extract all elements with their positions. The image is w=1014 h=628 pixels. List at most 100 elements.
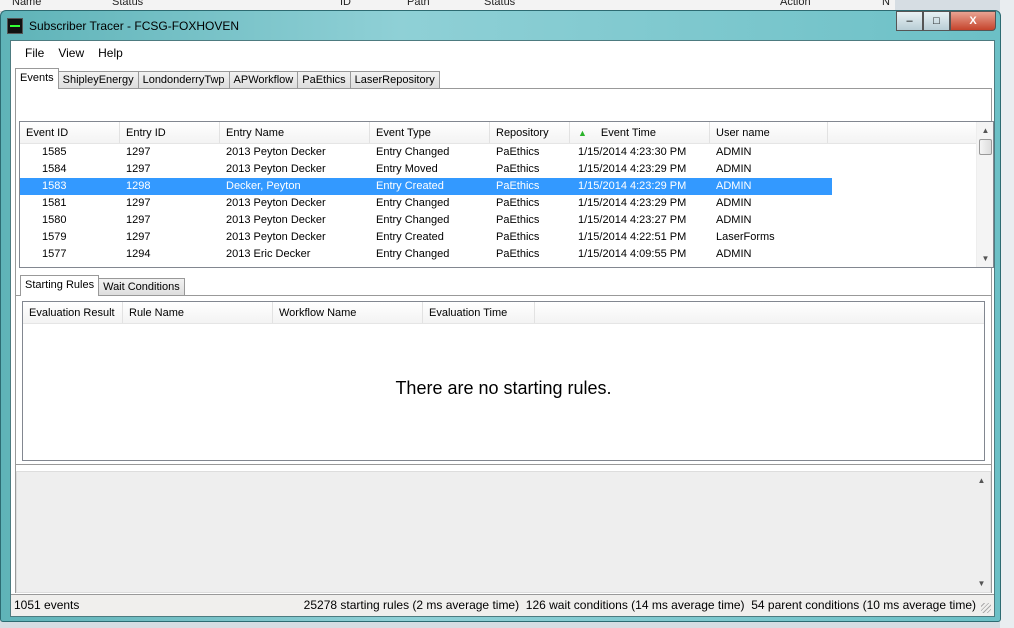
tab-laserrepository[interactable]: LaserRepository xyxy=(349,71,440,89)
bg-header: N xyxy=(882,0,890,8)
event-cell: ADMIN xyxy=(716,180,752,192)
client-area: File View Help Events ShipleyEnergy Lond… xyxy=(10,40,995,617)
event-row[interactable]: 1583 1298 Decker, Peyton Entry Created PaEth… xyxy=(20,178,832,195)
tab-events[interactable]: Events xyxy=(15,68,59,89)
subscriber-tracer-window: Subscriber Tracer - FCSG-FOXHOVEN – □ X … xyxy=(0,10,1001,622)
col-user-name[interactable]: User name xyxy=(710,122,828,143)
starting-rules-list[interactable]: Evaluation Result Rule Name Workflow Nam… xyxy=(22,301,985,461)
event-cell: 2013 Eric Decker xyxy=(226,248,311,260)
tab-shipleyenergy[interactable]: ShipleyEnergy xyxy=(57,71,139,89)
event-cell: 1/15/2014 4:23:27 PM xyxy=(578,214,687,226)
col-event-time-label: Event Time xyxy=(600,127,656,139)
minimize-button[interactable]: – xyxy=(896,11,923,31)
bg-header: Name xyxy=(12,0,42,8)
event-cell: 1/15/2014 4:22:51 PM xyxy=(578,231,687,243)
event-cell: PaEthics xyxy=(496,197,540,209)
app-icon xyxy=(7,18,23,34)
scroll-thumb[interactable] xyxy=(979,139,992,155)
events-list[interactable]: Event ID Entry ID Entry Name Event Type … xyxy=(19,121,994,268)
event-cell: ADMIN xyxy=(716,214,752,226)
col-entry-name[interactable]: Entry Name xyxy=(220,122,370,143)
col-evaluation-result[interactable]: Evaluation Result xyxy=(23,302,123,323)
tab-wait-conditions[interactable]: Wait Conditions xyxy=(98,278,185,296)
event-cell: 1/15/2014 4:23:29 PM xyxy=(578,163,687,175)
empty-message: There are no starting rules. xyxy=(395,378,612,398)
tab-paethics[interactable]: PaEthics xyxy=(297,71,351,89)
event-row[interactable]: 1577 1294 2013 Eric Decker Entry Changed PaE… xyxy=(20,246,993,263)
event-cell: 1579 xyxy=(42,231,67,243)
event-cell: 1297 xyxy=(126,163,151,175)
col-entry-id[interactable]: Entry ID xyxy=(120,122,220,143)
events-header: Event ID Entry ID Entry Name Event Type … xyxy=(20,122,993,144)
resize-grip-icon[interactable] xyxy=(981,603,991,613)
col-event-type[interactable]: Event Type xyxy=(370,122,490,143)
desktop-background xyxy=(1000,0,1014,628)
col-event-time[interactable]: ▲ Event Time xyxy=(570,122,710,143)
bg-header: Action xyxy=(780,0,811,8)
event-cell: PaEthics xyxy=(496,248,540,260)
maximize-button[interactable]: □ xyxy=(923,11,950,31)
menu-help[interactable]: Help xyxy=(92,43,131,65)
menu-file[interactable]: File xyxy=(11,43,52,65)
col-evaluation-time[interactable]: Evaluation Time xyxy=(423,302,535,323)
bg-header: ID xyxy=(340,0,351,8)
col-workflow-name[interactable]: Workflow Name xyxy=(273,302,423,323)
event-row[interactable]: 1585 1297 2013 Peyton Decker Entry Changed P… xyxy=(20,144,993,161)
events-scrollbar[interactable]: ▲ ▼ xyxy=(976,122,993,267)
event-cell: 2013 Peyton Decker xyxy=(226,163,326,175)
event-cell: 1294 xyxy=(126,248,151,260)
event-cell: 1577 xyxy=(42,248,67,260)
event-cell: 1/15/2014 4:23:29 PM xyxy=(578,180,687,192)
event-cell: 2013 Peyton Decker xyxy=(226,197,326,209)
event-cell: 1/15/2014 4:23:29 PM xyxy=(578,197,687,209)
tab-starting-rules[interactable]: Starting Rules xyxy=(20,275,100,296)
event-cell: 2013 Peyton Decker xyxy=(226,214,326,226)
close-button[interactable]: X xyxy=(950,11,996,31)
scroll-up-icon[interactable]: ▲ xyxy=(973,472,990,489)
event-cell: 2013 Peyton Decker xyxy=(226,231,326,243)
event-cell: ADMIN xyxy=(716,197,752,209)
event-cell: 1/15/2014 4:09:55 PM xyxy=(578,248,687,260)
rules-header: Evaluation Result Rule Name Workflow Nam… xyxy=(23,302,984,324)
event-cell: 1297 xyxy=(126,146,151,158)
scroll-up-icon[interactable]: ▲ xyxy=(977,122,993,139)
event-row[interactable]: 1584 1297 2013 Peyton Decker Entry Moved PaE… xyxy=(20,161,993,178)
detail-scrollbar[interactable]: ▲ ▼ xyxy=(973,472,990,592)
col-rule-name[interactable]: Rule Name xyxy=(123,302,273,323)
event-cell: PaEthics xyxy=(496,163,540,175)
event-cell: ADMIN xyxy=(716,248,752,260)
event-cell: 1585 xyxy=(42,146,67,158)
window-title: Subscriber Tracer - FCSG-FOXHOVEN xyxy=(29,19,240,33)
event-row[interactable]: 1579 1297 2013 Peyton Decker Entry Created P… xyxy=(20,229,993,246)
event-cell: Decker, Peyton xyxy=(226,180,301,192)
event-cell: PaEthics xyxy=(496,231,540,243)
menu-view[interactable]: View xyxy=(52,43,92,65)
menu-bar: File View Help xyxy=(11,43,131,65)
event-cell: 1297 xyxy=(126,231,151,243)
tab-londonderrytwp[interactable]: LondonderryTwp xyxy=(137,71,230,89)
rule-tabs: Starting Rules Wait Conditions xyxy=(20,275,185,296)
event-cell: ADMIN xyxy=(716,163,752,175)
col-event-id[interactable]: Event ID xyxy=(20,122,120,143)
event-cell: 1583 xyxy=(42,180,67,192)
bg-header: Status xyxy=(484,0,516,8)
tab-apworkflow[interactable]: APWorkflow xyxy=(228,71,299,89)
title-bar[interactable]: Subscriber Tracer - FCSG-FOXHOVEN xyxy=(7,11,239,41)
scroll-down-icon[interactable]: ▼ xyxy=(973,575,990,592)
event-row[interactable]: 1581 1297 2013 Peyton Decker Entry Changed P… xyxy=(20,195,993,212)
repository-tabs: Events ShipleyEnergy LondonderryTwp APWo… xyxy=(15,68,440,89)
event-cell: Entry Changed xyxy=(376,197,450,209)
event-count: 1051 events xyxy=(14,598,80,612)
event-cell: 1/15/2014 4:23:30 PM xyxy=(578,146,687,158)
event-cell: 1580 xyxy=(42,214,67,226)
scroll-down-icon[interactable]: ▼ xyxy=(977,250,993,267)
event-cell: PaEthics xyxy=(496,214,540,226)
events-tab-page: Event ID Entry ID Entry Name Event Type … xyxy=(15,88,994,593)
detail-text-area[interactable]: ▲ ▼ xyxy=(16,471,991,593)
starting-rules-page: Evaluation Result Rule Name Workflow Nam… xyxy=(16,295,991,465)
event-cell: Entry Created xyxy=(376,180,444,192)
event-cell: 1298 xyxy=(126,180,151,192)
event-cell: Entry Changed xyxy=(376,214,450,226)
event-row[interactable]: 1580 1297 2013 Peyton Decker Entry Changed P… xyxy=(20,212,993,229)
col-repository[interactable]: Repository xyxy=(490,122,570,143)
